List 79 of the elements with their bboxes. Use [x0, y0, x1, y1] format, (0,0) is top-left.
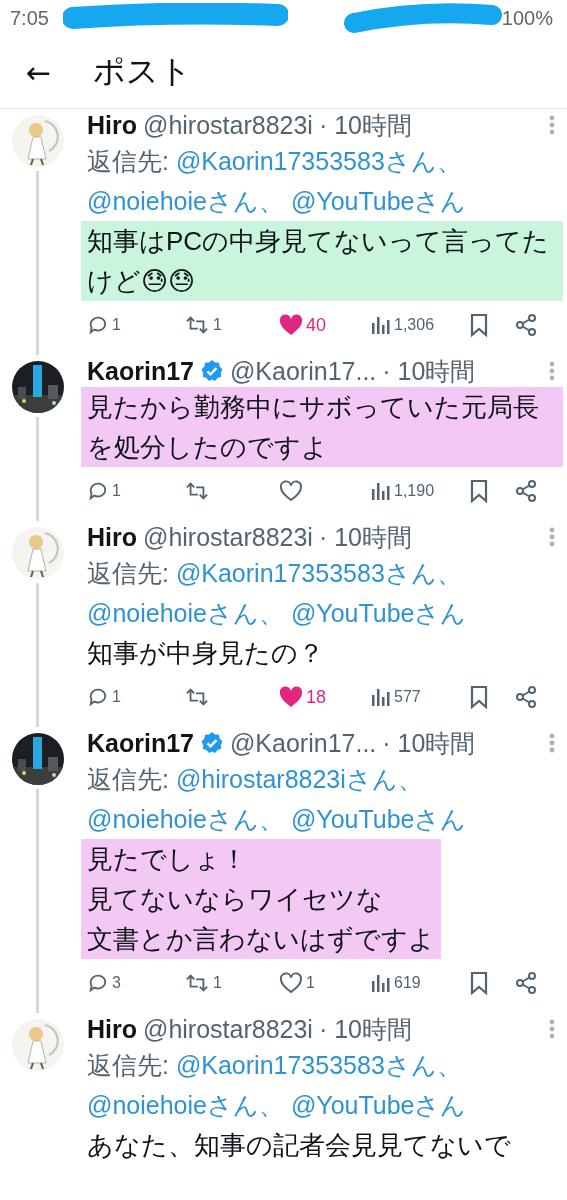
post-text-line: 見てないならワイセツな [87, 883, 384, 916]
heart-icon[interactable] [279, 972, 303, 994]
mention-link[interactable]: @Kaorin17353583さん、 [175, 559, 462, 587]
views-icon[interactable] [371, 973, 391, 993]
mention-link[interactable]: @noiehoieさん、 [87, 599, 284, 627]
repost-icon[interactable] [184, 972, 210, 994]
heart-icon[interactable] [279, 686, 303, 708]
post-time: · 10時間 [318, 521, 412, 553]
reply-icon[interactable] [87, 972, 109, 994]
reply-count: 1 [112, 482, 121, 500]
post-time: · 10時間 [318, 1013, 412, 1045]
post-text: あなた、知事の記者会見見てないで [86, 1129, 512, 1162]
repost-count: 1 [213, 974, 222, 992]
reply-to-label: 返信先: [87, 559, 170, 587]
bookmark-icon[interactable] [469, 685, 489, 709]
page-title: ポスト [93, 51, 193, 92]
battery-level: 100% [501, 6, 553, 30]
author-handle[interactable]: @Kaorin17... [230, 356, 377, 386]
mention-link[interactable]: @YouTubeさん [290, 599, 467, 627]
author-name[interactable]: Hiro [87, 1014, 137, 1044]
views-icon[interactable] [371, 481, 391, 501]
view-count: 1,190 [394, 482, 435, 500]
reply-to-label: 返信先: [87, 765, 170, 793]
repost-icon[interactable] [184, 480, 210, 502]
view-count: 1,306 [394, 316, 435, 334]
share-icon[interactable] [514, 313, 538, 337]
like-count: 18 [306, 686, 327, 708]
post-time: · 10時間 [382, 727, 476, 759]
heart-icon[interactable] [279, 480, 303, 502]
share-icon[interactable] [514, 971, 538, 995]
author-handle[interactable]: @Kaorin17... [230, 728, 377, 758]
views-icon[interactable] [371, 315, 391, 335]
post-time: · 10時間 [382, 355, 476, 387]
bookmark-icon[interactable] [469, 479, 489, 503]
author-name[interactable]: Kaorin17 [87, 356, 194, 386]
mention-link[interactable]: @YouTubeさん [290, 187, 467, 215]
repost-icon[interactable] [184, 686, 210, 708]
author-handle[interactable]: @hirostar8823i [143, 522, 313, 552]
mention-link[interactable]: @noiehoieさん、 [87, 1091, 284, 1119]
mention-link[interactable]: @noiehoieさん、 [87, 187, 284, 215]
author-name[interactable]: Hiro [87, 522, 137, 552]
bookmark-icon[interactable] [469, 971, 489, 995]
author-name[interactable]: Hiro [87, 110, 137, 140]
author-handle[interactable]: @hirostar8823i [143, 1014, 313, 1044]
mention-link[interactable]: @hirostar8823iさん、 [175, 765, 423, 793]
mention-link[interactable]: @noiehoieさん、 [87, 805, 284, 833]
back-button[interactable]: ← [22, 54, 56, 90]
author-handle[interactable]: @hirostar8823i [143, 110, 313, 140]
views-icon[interactable] [371, 687, 391, 707]
repost-count: 1 [213, 316, 222, 334]
reply-count: 1 [112, 688, 121, 706]
mention-link[interactable]: @YouTubeさん [290, 1091, 467, 1119]
mention-link[interactable]: @Kaorin17353583さん、 [175, 1051, 462, 1079]
mention-link[interactable]: @Kaorin17353583さん、 [175, 147, 462, 175]
share-icon[interactable] [514, 479, 538, 503]
post-text: 見たから勤務中にサボっていた元局長を処分したのですよ [81, 387, 563, 467]
author-name[interactable]: Kaorin17 [87, 728, 194, 758]
post-text-line: 見たでしょ！ [87, 843, 248, 876]
reply-count: 1 [112, 316, 121, 334]
reply-icon[interactable] [87, 686, 109, 708]
reply-to-label: 返信先: [87, 147, 170, 175]
view-count: 619 [394, 974, 421, 992]
reply-to-label: 返信先: [87, 1051, 170, 1079]
repost-icon[interactable] [184, 314, 210, 336]
post-text: 知事はPCの中身見てないって言ってたけど😓😓 [81, 221, 563, 301]
mention-link[interactable]: @YouTubeさん [290, 805, 467, 833]
reply-icon[interactable] [87, 314, 109, 336]
like-count: 1 [306, 974, 315, 992]
reply-count: 3 [112, 974, 121, 992]
like-count: 40 [306, 314, 327, 336]
heart-icon[interactable] [279, 314, 303, 336]
reply-icon[interactable] [87, 480, 109, 502]
post-text: 知事が中身見たの？ [86, 637, 325, 670]
post-text-line: 文書とか言わないはずですよ [87, 923, 435, 956]
share-icon[interactable] [514, 685, 538, 709]
post-time: · 10時間 [318, 109, 412, 141]
bookmark-icon[interactable] [469, 313, 489, 337]
status-time: 7:05 [10, 6, 49, 30]
view-count: 577 [394, 688, 421, 706]
